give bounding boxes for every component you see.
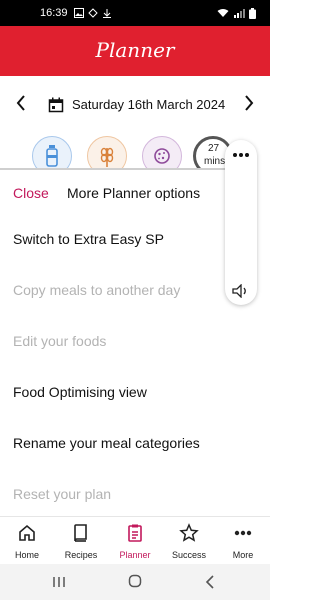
app-header: Planner [0,26,270,76]
sheet-divider [0,168,230,170]
copy-meals-option: Copy meals to another day [13,282,181,298]
system-navigation-bar [0,564,270,600]
next-day-button[interactable] [243,93,255,119]
bottle-icon [46,145,58,167]
edit-foods-option: Edit your foods [13,333,107,349]
link-icon [88,8,98,18]
status-system-icons [217,8,256,19]
nav-home-label: Home [14,550,39,560]
chevron-right-icon [245,95,254,111]
food-optimising-view-option[interactable]: Food Optimising view [13,384,147,400]
download-icon [103,9,111,18]
back-icon [205,575,214,589]
battery-icon [249,8,256,19]
selected-date[interactable]: Saturday 16th March 2024 [72,97,225,112]
switch-to-extra-easy-sp-option[interactable]: Switch to Extra Easy SP [13,231,164,247]
wifi-icon [217,9,229,17]
more-icon [234,530,252,536]
status-time: 16:39 [40,7,68,19]
nav-planner[interactable]: Planner [108,523,162,560]
nav-more-label: More [232,550,254,560]
cookie-icon [154,148,170,164]
timer-unit: mins [204,156,226,167]
previous-day-button[interactable] [15,93,27,119]
sheet-title: More Planner options [67,185,201,201]
nav-recipes[interactable]: Recipes [54,523,108,560]
status-notification-icons [74,8,112,18]
timer-value: 27 [208,143,220,154]
reset-plan-option: Reset your plan [13,486,112,502]
home-circle-icon [128,574,142,588]
home-icon [19,524,35,541]
close-button[interactable]: Close [13,185,49,201]
volume-button[interactable] [232,283,250,303]
more-horizontal-icon [233,153,249,157]
date-navigation: Saturday 16th March 2024 [0,92,270,120]
nav-more[interactable]: More [216,523,270,560]
calendar-icon [48,97,64,113]
star-icon [179,523,199,542]
nav-home[interactable]: Home [0,523,54,560]
rename-meal-categories-option[interactable]: Rename your meal categories [13,435,200,451]
floating-side-panel [225,140,257,305]
book-icon [74,524,87,542]
signal-icon [234,9,245,18]
nav-success-label: Success [171,550,206,560]
status-bar: 16:39 [0,0,270,26]
volume-icon [232,283,246,299]
image-icon [74,8,84,18]
wheat-icon [100,147,114,167]
nav-success[interactable]: Success [162,523,216,560]
nav-planner-label: Planner [119,550,151,560]
chevron-left-icon [16,95,25,111]
back-system-button[interactable] [205,575,215,594]
home-system-button[interactable] [128,574,142,593]
page-title: Planner [95,38,175,62]
nav-recipes-label: Recipes [64,550,98,560]
planner-icon [128,524,142,542]
recent-apps-icon [53,577,65,587]
bottom-navigation: Home Recipes Planner Success More [0,516,270,565]
panel-more-button[interactable] [231,146,251,164]
recent-apps-button[interactable] [52,575,66,594]
